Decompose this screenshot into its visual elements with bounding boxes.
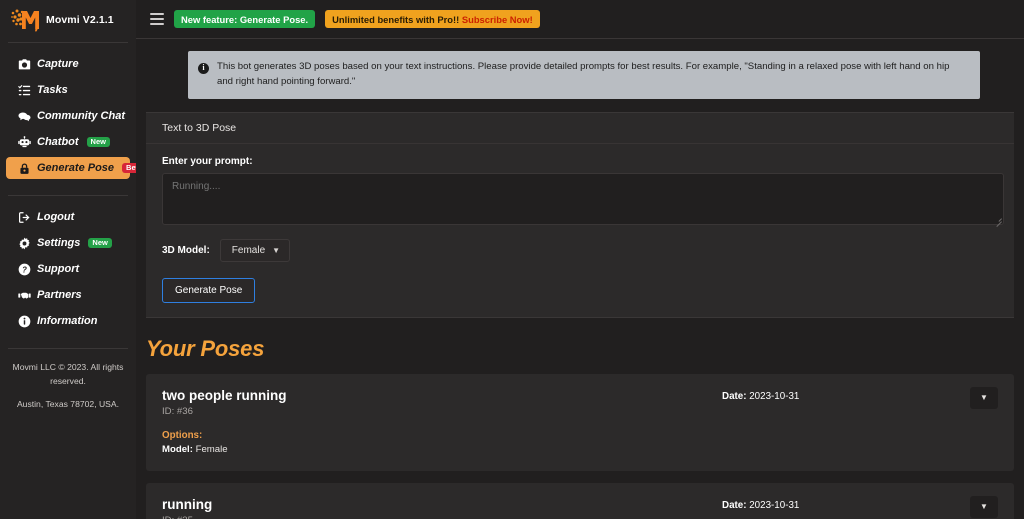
pose-id: ID: #35 bbox=[162, 515, 722, 519]
sidebar-item-information[interactable]: Information bbox=[6, 310, 130, 332]
sidebar-item-logout[interactable]: Logout bbox=[6, 206, 130, 228]
svg-text:?: ? bbox=[22, 265, 27, 274]
sidebar-badge-beta: Beta bbox=[122, 162, 136, 174]
chevron-down-icon: ▼ bbox=[272, 245, 281, 255]
pose-date: Date: 2023-10-31 bbox=[722, 391, 799, 402]
sidebar-item-label: Logout bbox=[37, 211, 75, 223]
camera-icon bbox=[18, 58, 31, 71]
model-select[interactable]: Female ▼ bbox=[219, 238, 291, 262]
sidebar-item-label: Capture bbox=[37, 58, 79, 70]
movmi-m-logo-icon bbox=[10, 6, 40, 34]
promo-subscribe-badge[interactable]: Unlimited benefits with Pro!! Subscribe … bbox=[325, 10, 540, 28]
chat-bubbles-icon bbox=[18, 110, 31, 123]
promo-cta-text: Subscribe Now! bbox=[461, 13, 533, 25]
topbar: New feature: Generate Pose. Unlimited be… bbox=[136, 0, 1024, 39]
info-icon: i bbox=[198, 63, 209, 74]
sidebar: Movmi V2.1.1 Capture Tasks Community Cha… bbox=[0, 0, 136, 519]
sidebar-item-tasks[interactable]: Tasks bbox=[6, 79, 130, 101]
promo-text: Unlimited benefits with Pro!! bbox=[332, 13, 460, 25]
pose-list-item[interactable]: running ID: #35 Options: Model: Female D… bbox=[146, 482, 1014, 519]
brand-name: Movmi V2.1.1 bbox=[46, 14, 114, 26]
pose-date-label: Date: bbox=[722, 499, 747, 511]
pose-date-value: 2023-10-31 bbox=[749, 499, 800, 511]
app-root: Movmi V2.1.1 Capture Tasks Community Cha… bbox=[0, 0, 1024, 519]
pose-date-label: Date: bbox=[722, 390, 747, 402]
pose-date: Date: 2023-10-31 bbox=[722, 500, 799, 511]
robot-icon bbox=[18, 135, 31, 149]
announcement-badge[interactable]: New feature: Generate Pose. bbox=[174, 10, 316, 28]
info-alert: i This bot generates 3D poses based on y… bbox=[188, 51, 980, 99]
sidebar-item-label: Generate Pose bbox=[37, 162, 115, 174]
pose-options-label: Options: bbox=[162, 429, 203, 441]
sidebar-badge-new: New bbox=[86, 136, 110, 148]
pose-date-value: 2023-10-31 bbox=[749, 390, 800, 402]
prompt-input[interactable] bbox=[162, 172, 1004, 225]
sidebar-item-partners[interactable]: Partners bbox=[6, 284, 130, 306]
card-title: Text to 3D Pose bbox=[146, 113, 1014, 144]
task-list-icon bbox=[18, 84, 31, 97]
brand[interactable]: Movmi V2.1.1 bbox=[0, 0, 136, 42]
sidebar-item-label: Chatbot bbox=[37, 136, 79, 148]
sidebar-item-label: Tasks bbox=[37, 84, 68, 96]
sidebar-nav-primary: Capture Tasks Community Chat Chatbot New… bbox=[0, 43, 136, 183]
info-circle-icon bbox=[18, 315, 31, 328]
hamburger-menu-icon[interactable] bbox=[150, 13, 164, 25]
pose-model-value: Female bbox=[195, 443, 228, 455]
main-content: New feature: Generate Pose. Unlimited be… bbox=[136, 0, 1024, 519]
handshake-icon bbox=[18, 289, 31, 302]
model-row: 3D Model: Female ▼ bbox=[162, 238, 998, 262]
sidebar-item-capture[interactable]: Capture bbox=[6, 53, 130, 75]
model-label: 3D Model: bbox=[162, 244, 210, 256]
your-poses-heading: Your Poses bbox=[146, 335, 265, 361]
gear-icon bbox=[18, 237, 31, 250]
sidebar-nav-secondary: Logout Settings New ? Support Partners I… bbox=[0, 196, 136, 336]
text-to-3d-pose-card: Text to 3D Pose Enter your prompt: 3D Mo… bbox=[146, 111, 1014, 318]
card-body: Enter your prompt: 3D Model: Female ▼ Ge… bbox=[146, 144, 1014, 317]
logout-icon bbox=[18, 211, 31, 224]
pose-info: two people running ID: #36 Options: Mode… bbox=[162, 388, 722, 455]
pose-model: Model: Female bbox=[162, 444, 722, 455]
pose-title: running bbox=[162, 496, 213, 512]
lock-icon bbox=[18, 162, 31, 175]
sidebar-item-label: Settings bbox=[37, 237, 81, 249]
pose-model-key: Model: bbox=[162, 443, 193, 455]
pose-title: two people running bbox=[162, 387, 287, 403]
pose-menu-button[interactable]: ▼ bbox=[970, 386, 998, 409]
sidebar-item-support[interactable]: ? Support bbox=[6, 258, 130, 280]
info-alert-text: This bot generates 3D poses based on you… bbox=[217, 61, 950, 87]
pose-id: ID: #36 bbox=[162, 405, 193, 417]
sidebar-item-generate-pose[interactable]: Generate Pose Beta bbox=[6, 157, 136, 179]
sidebar-item-label: Partners bbox=[37, 289, 82, 301]
help-circle-icon: ? bbox=[18, 263, 31, 276]
sidebar-footer: Movmi LLC © 2023. All rights reserved. A… bbox=[0, 349, 136, 411]
footer-address: Austin, Texas 78702, USA. bbox=[16, 398, 120, 409]
pose-menu-button[interactable]: ▼ bbox=[970, 495, 998, 518]
prompt-wrapper bbox=[162, 172, 1004, 227]
caret-down-icon: ▼ bbox=[980, 393, 988, 403]
sidebar-item-label: Support bbox=[37, 263, 80, 275]
sidebar-badge-settings-new: New bbox=[88, 237, 112, 249]
scroll-area[interactable]: i This bot generates 3D poses based on y… bbox=[136, 39, 1024, 519]
sidebar-item-label: Information bbox=[37, 315, 98, 327]
sidebar-item-chatbot[interactable]: Chatbot New bbox=[6, 131, 130, 153]
generate-pose-button[interactable]: Generate Pose bbox=[162, 277, 256, 303]
pose-info: running ID: #35 Options: Model: Female bbox=[162, 497, 722, 519]
poses-list: two people running ID: #36 Options: Mode… bbox=[136, 366, 1024, 519]
prompt-label: Enter your prompt: bbox=[162, 155, 253, 167]
sidebar-item-settings[interactable]: Settings New bbox=[6, 232, 130, 254]
pose-list-item[interactable]: two people running ID: #36 Options: Mode… bbox=[146, 373, 1014, 471]
model-select-value: Female bbox=[231, 244, 266, 256]
caret-down-icon: ▼ bbox=[980, 502, 988, 512]
sidebar-item-label: Community Chat bbox=[37, 110, 125, 122]
sidebar-item-community-chat[interactable]: Community Chat bbox=[6, 105, 130, 127]
footer-copyright: Movmi LLC © 2023. All rights reserved. bbox=[12, 362, 124, 386]
